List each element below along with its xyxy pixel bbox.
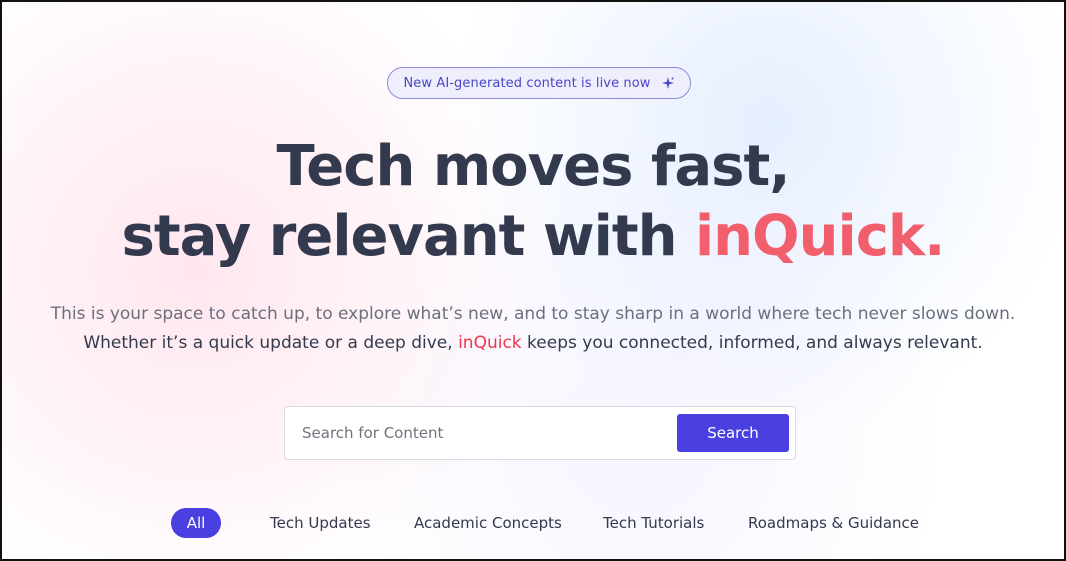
announcement-text: New AI-generated content is live now [403,75,651,91]
sparkle-icon [661,77,674,89]
tab-roadmaps-guidance[interactable]: Roadmaps & Guidance [748,508,919,538]
description-line-2-suffix: keeps you connected, informed, and alway… [521,333,983,353]
description-line-2-prefix: Whether it’s a quick update or a deep di… [83,333,459,353]
tab-tech-updates[interactable]: Tech Updates [270,508,371,538]
tab-tech-tutorials[interactable]: Tech Tutorials [603,508,704,538]
tab-all[interactable]: All [171,508,221,538]
search-button[interactable]: Search [677,414,789,452]
page-frame: New AI-generated content is live now Tec… [0,0,1066,561]
announcement-badge[interactable]: New AI-generated content is live now [387,67,691,99]
search-bar: Search [284,406,796,460]
description-brand: inQuick [458,333,522,353]
hero-description: This is your space to catch up, to explo… [2,300,1064,358]
search-input[interactable] [286,408,666,458]
category-tabs: All Tech Updates Academic Concepts Tech … [2,508,1064,538]
headline-line-2-prefix: stay relevant with [121,204,695,269]
headline-line-2: stay relevant with inQuick. [2,202,1064,272]
description-line-2: Whether it’s a quick update or a deep di… [2,329,1064,358]
hero-headline: Tech moves fast, stay relevant with inQu… [2,132,1064,272]
tab-academic-concepts[interactable]: Academic Concepts [414,508,562,538]
description-line-1: This is your space to catch up, to explo… [50,304,1016,324]
headline-line-1: Tech moves fast, [276,134,791,199]
headline-brand: inQuick. [694,204,945,269]
